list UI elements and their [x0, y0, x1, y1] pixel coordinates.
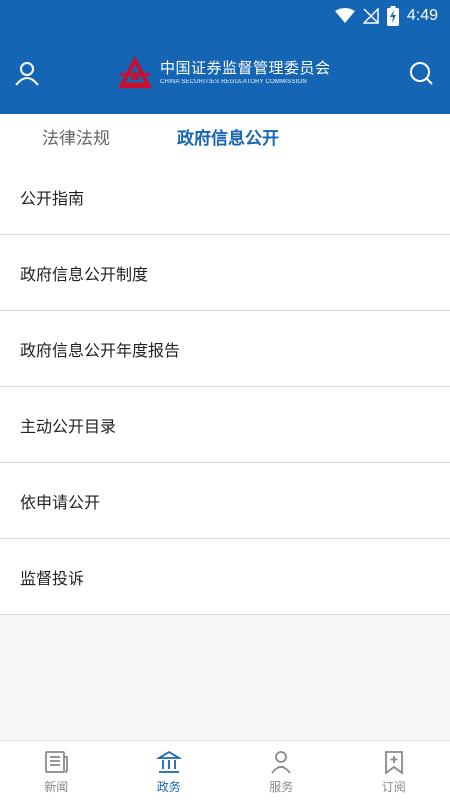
csrc-logo: 中国证券监督管理委员会 CHINA SECURITIES REGULATORY … — [116, 54, 331, 92]
list-item-supervision-complaint[interactable]: 监督投诉 — [0, 539, 450, 615]
nav-item-government-affairs[interactable]: 政务 — [113, 741, 226, 800]
government-building-icon — [155, 750, 182, 773]
org-name-cn: 中国证券监督管理委员会 — [160, 59, 331, 77]
nav-label-government-affairs: 政务 — [156, 780, 181, 794]
service-person-icon — [271, 751, 291, 774]
nav-label-subscribe: 订阅 — [381, 780, 406, 794]
nav-label-news: 新闻 — [44, 780, 69, 794]
tab-laws-regulations[interactable]: 法律法规 — [42, 124, 110, 149]
user-profile-button[interactable] — [12, 58, 42, 88]
bookmark-add-icon — [384, 751, 403, 775]
list-item-proactive-catalog[interactable]: 主动公开目录 — [0, 387, 450, 463]
status-icons: 4:49 — [334, 6, 438, 26]
logo-text: 中国证券监督管理委员会 CHINA SECURITIES REGULATORY … — [160, 59, 331, 87]
tab-bar: 法律法规 政府信息公开 — [0, 114, 450, 159]
status-time: 4:49 — [406, 7, 438, 24]
disclosure-list: 公开指南 政府信息公开制度 政府信息公开年度报告 主动公开目录 依申请公开 监督… — [0, 159, 450, 615]
list-item-disclosure-on-request[interactable]: 依申请公开 — [0, 463, 450, 539]
app-header: 中国证券监督管理委员会 CHINA SECURITIES REGULATORY … — [0, 32, 450, 114]
user-icon — [15, 62, 39, 86]
battery-charging-icon — [386, 6, 399, 26]
wifi-icon — [334, 8, 355, 23]
nav-item-subscribe[interactable]: 订阅 — [338, 741, 450, 800]
list-item-disclosure-guide[interactable]: 公开指南 — [0, 159, 450, 235]
status-bar: 4:49 — [0, 0, 450, 32]
no-signal-icon — [362, 8, 379, 24]
bottom-nav: 新闻 政务 服务 订阅 — [0, 740, 450, 800]
tab-government-info-disclosure[interactable]: 政府信息公开 — [177, 124, 279, 149]
nav-label-services: 服务 — [269, 780, 294, 794]
search-icon — [410, 62, 433, 85]
csrc-emblem-icon — [117, 55, 153, 89]
list-item-annual-report[interactable]: 政府信息公开年度报告 — [0, 311, 450, 387]
org-name-en: CHINA SECURITIES REGULATORY COMMISSION — [160, 79, 307, 85]
search-button[interactable] — [406, 58, 436, 88]
nav-item-services[interactable]: 服务 — [225, 741, 338, 800]
newspaper-icon — [45, 751, 69, 773]
nav-item-news[interactable]: 新闻 — [0, 741, 113, 800]
list-item-disclosure-system[interactable]: 政府信息公开制度 — [0, 235, 450, 311]
